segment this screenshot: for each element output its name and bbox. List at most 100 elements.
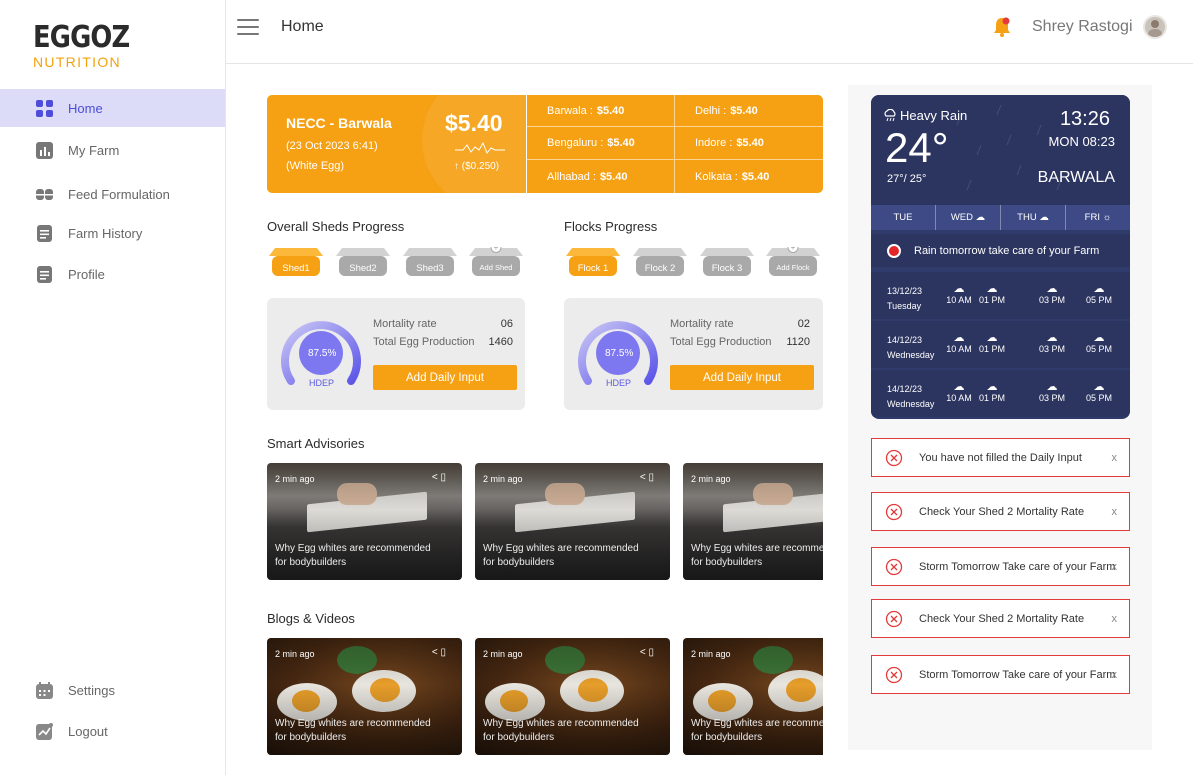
user-name[interactable]: Shrey Rastogi [1032,18,1133,36]
day-label: THU [1017,212,1037,223]
close-icon[interactable]: x [1112,452,1118,464]
sidebar-item-feed-formulation[interactable]: Feed Formulation [0,175,225,213]
blog-card[interactable]: 2 min ago< ▯Why Egg whites are recommend… [267,638,462,755]
share-icon[interactable]: < [640,472,646,483]
weather-day-tab[interactable]: THU ☁ [1001,205,1066,230]
cloud-icon: ☁ [953,381,965,393]
cloud-icon: ☁ [1093,283,1105,295]
city-price: $5.40 [607,137,635,149]
time-ago: 2 min ago [691,474,731,484]
tag-label: Flock 1 [577,263,609,274]
bookmark-icon[interactable]: ▯ [440,647,446,658]
flock-tab[interactable]: Flock 1 [564,247,622,277]
add-daily-input-button[interactable]: Add Daily Input [373,365,517,390]
alert-dot-icon [887,243,901,258]
notification-item[interactable]: Check Your Shed 2 Mortality Rate x [871,492,1130,531]
close-icon[interactable]: x [1112,561,1118,573]
sidebar-item-farm-history[interactable]: Farm History [0,214,225,252]
weather-day-tab[interactable]: FRI ☼ [1066,205,1130,230]
bookmark-icon[interactable]: ▯ [648,647,654,658]
bell-icon[interactable] [991,16,1013,43]
share-icon[interactable]: < [432,472,438,483]
tag-label: Flock 3 [711,263,743,274]
error-icon [885,449,903,466]
forecast-date: 14/12/23 Wednesday [887,384,935,409]
card-actions: < ▯ [640,647,654,658]
city-name: Allhabad : [547,170,596,183]
advisory-card[interactable]: 2 min ago< ▯Why Egg whites are recommend… [683,463,823,580]
price-cell[interactable]: Allhabad : $5.40 [527,160,675,193]
time-ago: 2 min ago [483,649,523,659]
necc-price-card[interactable]: NECC - Barwala (23 Oct 2023 6:41) (White… [267,95,526,193]
hdep-value: 87.5% [605,348,634,359]
forecast-slot: ☁ 05 PM [1084,380,1114,403]
price-cell[interactable]: Barwala : $5.40 [527,95,675,127]
weather-temp: 24° [885,124,949,171]
flock-tab[interactable]: Flock 2 [631,247,689,277]
svg-text:+: + [791,247,796,252]
weather-day-tab[interactable]: WED ☁ [936,205,1001,230]
sidebar-item-my-farm[interactable]: My Farm [0,131,225,169]
avatar[interactable] [1143,15,1167,39]
price-cell[interactable]: Bengaluru : $5.40 [527,127,675,160]
notification-item[interactable]: Storm Tomorrow Take care of your Farm x [871,655,1130,694]
brand-logo[interactable]: EGGOZ NUTRITION [33,22,145,71]
bookmark-icon[interactable]: ▯ [440,472,446,483]
add-daily-input-button[interactable]: Add Daily Input [670,365,814,390]
city-name: Kolkata : [695,170,738,183]
forecast-slot: ☁ 05 PM [1084,331,1114,354]
advisory-card[interactable]: 2 min ago< ▯Why Egg whites are recommend… [475,463,670,580]
blogs-videos-title: Blogs & Videos [267,611,355,626]
price-cell[interactable]: Kolkata : $5.40 [675,160,823,193]
share-icon[interactable]: < [432,647,438,658]
grid-icon [36,99,53,117]
hdep-label: HDEP [309,378,335,388]
day-label: WED [950,212,974,223]
weather-header: Heavy Rain 24° 27°/ 25° 13:26 MON 08:23 … [871,95,1130,205]
notification-item[interactable]: Check Your Shed 2 Mortality Rate x [871,599,1130,638]
weather-day-tab[interactable]: TUE [871,205,936,230]
mortality-value: 02 [797,318,810,330]
weather-widget: Heavy Rain 24° 27°/ 25° 13:26 MON 08:23 … [871,95,1130,419]
weather-days-bar: TUE WED ☁ THU ☁ FRI ☼ [871,205,1130,230]
sidebar-item-logout[interactable]: Logout [0,712,225,750]
advisory-card[interactable]: 2 min ago< ▯Why Egg whites are recommend… [267,463,462,580]
notification-text: You have not filled the Daily Input [919,451,1082,464]
sidebar-item-profile[interactable]: Profile [0,255,225,293]
tag-label: Add Shed [479,263,513,272]
city-name: Delhi : [695,104,727,117]
close-icon[interactable]: x [1112,506,1118,518]
cloud-icon: ☁ [1093,381,1105,393]
add-flock-button[interactable]: + Add Flock [764,247,822,277]
sidebar-item-settings[interactable]: Settings [0,671,225,709]
shed-tab[interactable]: Shed2 [334,247,392,277]
shed-tab[interactable]: Shed1 [267,247,325,277]
shed-tab[interactable]: Shed3 [401,247,459,277]
sheds-progress-card: 87.5% HDEP Mortality rate 06 Total Egg Pr… [267,298,525,410]
notification-item[interactable]: Storm Tomorrow Take care of your Farm x [871,547,1130,586]
tag-label: Shed2 [349,263,377,274]
menu-icon[interactable] [237,19,259,40]
weather-day: MON 08:23 [1048,134,1115,149]
bookmark-icon[interactable]: ▯ [648,472,654,483]
blog-card[interactable]: 2 min ago< ▯Why Egg whites are recommend… [475,638,670,755]
price-cell[interactable]: Delhi : $5.40 [675,95,823,127]
sidebar-item-home[interactable]: Home [0,89,225,127]
weather-alert-text: Rain tomorrow take care of your Farm [914,244,1100,257]
card-caption: Why Egg whites are recommendedfor bodybu… [275,718,431,743]
price-cell[interactable]: Indore : $5.40 [675,127,823,160]
blog-card[interactable]: 2 min ago< ▯Why Egg whites are recommend… [683,638,823,755]
sidebar-item-label: Logout [68,723,108,739]
cloud-icon: ☁ [953,283,965,295]
notification-item[interactable]: You have not filled the Daily Input x [871,438,1130,477]
weather-condition: Heavy Rain [900,108,968,123]
page-title: Home [281,18,324,35]
cloud-icon: ☁ [1046,283,1058,295]
rain-cloud-icon [884,109,896,122]
share-icon[interactable]: < [640,647,646,658]
flock-tab[interactable]: Flock 3 [698,247,756,277]
error-icon [885,503,903,520]
close-icon[interactable]: x [1112,669,1118,681]
close-icon[interactable]: x [1112,613,1118,625]
add-shed-button[interactable]: + Add Shed [467,247,525,277]
